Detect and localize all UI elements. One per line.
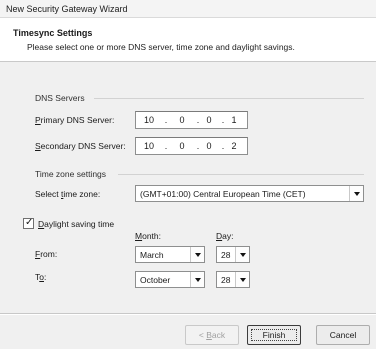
from-month-select[interactable]: March bbox=[135, 246, 205, 263]
daylight-saving-label[interactable]: Daylight saving time bbox=[38, 219, 114, 229]
dns-group-divider bbox=[94, 98, 364, 99]
window-title: New Security Gateway Wizard bbox=[6, 4, 128, 14]
timezone-select-label: Select time zone: bbox=[35, 189, 101, 199]
secondary-dns-label: Secondary DNS Server: bbox=[35, 141, 126, 151]
day-header: Day: bbox=[216, 231, 234, 241]
timezone-group-divider bbox=[118, 174, 364, 175]
title-bar[interactable]: New Security Gateway Wizard bbox=[0, 0, 376, 18]
cancel-button[interactable]: Cancel bbox=[316, 325, 370, 345]
from-label: From: bbox=[35, 249, 58, 259]
primary-dns-label: Primary DNS Server: bbox=[35, 115, 115, 125]
daylight-saving-checkbox[interactable]: ✓ bbox=[23, 217, 34, 229]
page-subtitle: Please select one or more DNS server, ti… bbox=[27, 42, 295, 52]
finish-button[interactable]: Finish bbox=[247, 325, 301, 345]
primary-dns-octet-1[interactable]: 10 bbox=[136, 115, 162, 125]
chevron-down-icon[interactable] bbox=[190, 247, 204, 262]
to-day-value: 28 bbox=[221, 275, 231, 285]
back-button[interactable]: < Back bbox=[185, 325, 239, 345]
chevron-down-icon[interactable] bbox=[349, 186, 363, 201]
chevron-down-icon[interactable] bbox=[235, 247, 249, 262]
to-label: To: bbox=[35, 272, 47, 282]
month-header: Month: bbox=[135, 231, 161, 241]
chevron-down-icon[interactable] bbox=[235, 272, 249, 287]
footer-divider-highlight bbox=[0, 314, 376, 315]
to-month-value: October bbox=[140, 275, 171, 285]
page-title: Timesync Settings bbox=[13, 28, 93, 38]
primary-dns-octet-4[interactable]: 1 bbox=[221, 115, 247, 125]
wizard-window: New Security Gateway Wizard Timesync Set… bbox=[0, 0, 376, 349]
primary-dns-field[interactable]: 10 . 0 . 0 . 1 bbox=[135, 111, 248, 129]
timezone-select[interactable]: (GMT+01:00) Central European Time (CET) bbox=[135, 185, 364, 202]
secondary-dns-field[interactable]: 10 . 0 . 0 . 2 bbox=[135, 137, 248, 155]
to-month-select[interactable]: October bbox=[135, 271, 205, 288]
timezone-group-label: Time zone settings bbox=[35, 169, 107, 179]
timezone-select-value: (GMT+01:00) Central European Time (CET) bbox=[140, 189, 306, 199]
check-icon: ✓ bbox=[25, 217, 34, 228]
secondary-dns-octet-4[interactable]: 2 bbox=[221, 141, 247, 151]
chevron-down-icon[interactable] bbox=[190, 272, 204, 287]
dns-group-label: DNS Servers bbox=[35, 93, 85, 103]
secondary-dns-octet-2[interactable]: 0 bbox=[169, 141, 195, 151]
from-day-select[interactable]: 28 bbox=[216, 246, 250, 263]
wizard-body: DNS Servers Primary DNS Server: 10 . 0 .… bbox=[0, 62, 376, 349]
primary-dns-octet-2[interactable]: 0 bbox=[169, 115, 195, 125]
from-day-value: 28 bbox=[221, 250, 231, 260]
wizard-header: Timesync Settings Please select one or m… bbox=[0, 18, 376, 62]
to-day-select[interactable]: 28 bbox=[216, 271, 250, 288]
from-month-value: March bbox=[140, 250, 164, 260]
secondary-dns-octet-1[interactable]: 10 bbox=[136, 141, 162, 151]
